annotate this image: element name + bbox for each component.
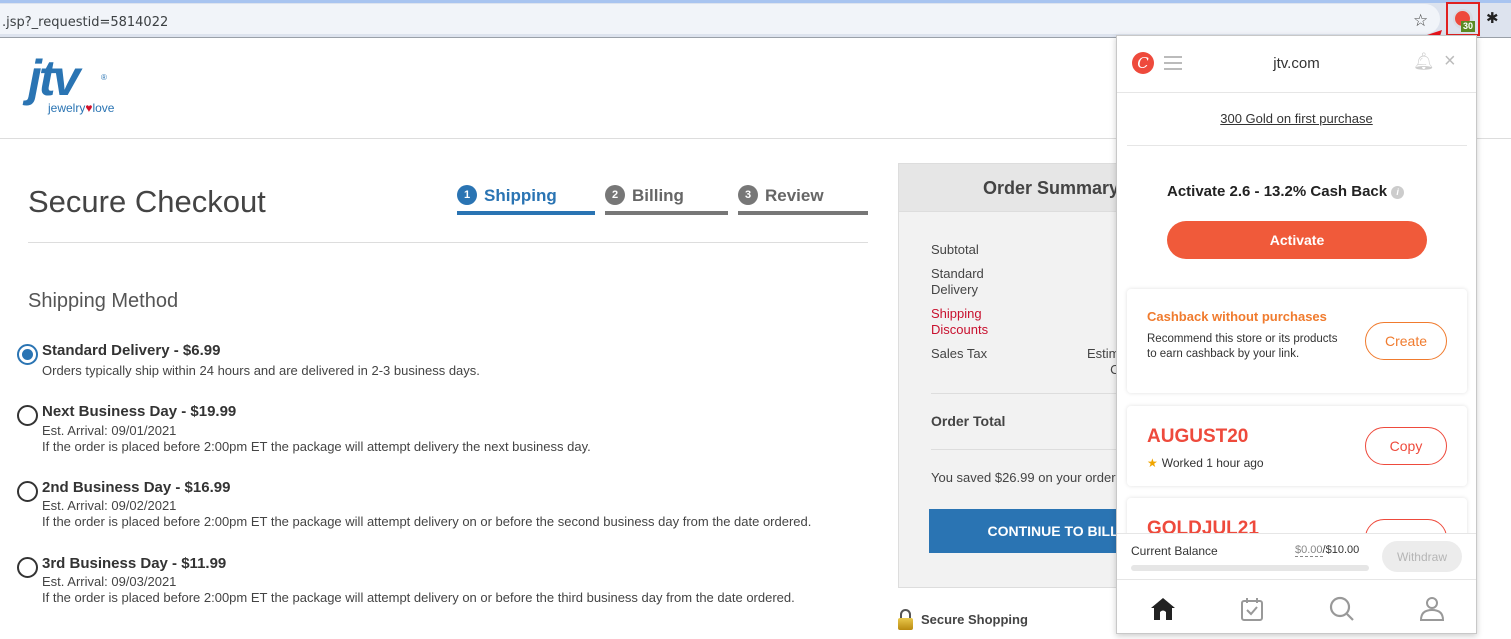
order-summary-title: Order Summary xyxy=(983,178,1120,198)
sales-tax-label: Sales Tax xyxy=(931,346,988,361)
coupon-code: AUGUST20 xyxy=(1147,426,1249,447)
step-underline xyxy=(738,211,868,215)
secure-shopping-label: Secure Shopping xyxy=(921,612,1028,627)
shipping-discounts-label: Shipping Discounts xyxy=(931,306,989,337)
divider xyxy=(931,449,1131,450)
balance-current: $0.00 xyxy=(1295,544,1323,557)
balance-target: /$10.00 xyxy=(1322,544,1360,556)
option-arrival: Est. Arrival: 09/01/2021 xyxy=(42,423,177,438)
coupon-status: ★ Worked 1 hour ago xyxy=(1147,456,1264,470)
info-icon[interactable]: i xyxy=(1391,186,1405,199)
sales-tax-value: Estim C xyxy=(1087,346,1120,377)
tagline-right: love xyxy=(92,101,115,115)
balance-label: Current Balance xyxy=(1131,544,1218,558)
step-label: Shipping xyxy=(484,186,557,205)
profile-icon[interactable] xyxy=(1418,595,1446,623)
cashback-without-purchases-card: Cashback without purchases Recommend thi… xyxy=(1127,289,1467,393)
lock-icon xyxy=(898,609,913,630)
divider xyxy=(931,393,1131,394)
radio-button[interactable] xyxy=(17,481,38,502)
withdraw-button[interactable]: Withdraw xyxy=(1382,541,1462,572)
step-number: 1 xyxy=(457,185,477,205)
option-description: If the order is placed before 2:00pm ET … xyxy=(42,514,812,529)
option-description: If the order is placed before 2:00pm ET … xyxy=(42,439,591,454)
option-name: 2nd Business Day - $16.99 xyxy=(42,479,231,496)
url-text[interactable]: .jsp?_requestid=5814022 xyxy=(2,15,168,30)
step-label: Billing xyxy=(632,186,684,205)
browser-toolbar: .jsp?_requestid=5814022 ☆ 30 ✱ xyxy=(0,0,1511,38)
option-name: Next Business Day - $19.99 xyxy=(42,403,237,420)
option-description: Orders typically ship within 24 hours an… xyxy=(42,363,480,378)
tagline-left: jewelry xyxy=(48,101,86,115)
create-link-button[interactable]: Create xyxy=(1365,322,1447,360)
address-bar[interactable]: .jsp?_requestid=5814022 ☆ xyxy=(0,4,1440,34)
divider xyxy=(28,242,868,243)
tab-strip-edge xyxy=(0,0,1511,3)
order-total-label: Order Total xyxy=(931,413,1006,429)
extension-badge: 30 xyxy=(1461,21,1476,32)
radio-button[interactable] xyxy=(17,405,38,426)
order-summary-header: Order Summary xyxy=(899,164,1127,212)
logo-tagline: jewelry♥love xyxy=(48,101,114,115)
divider xyxy=(1117,92,1476,93)
order-summary: Order Summary Subtotal Standard Delivery … xyxy=(898,163,1159,588)
star-icon: ★ xyxy=(1147,456,1158,470)
cashback-rate-text: Activate 2.6 - 13.2% Cash Back xyxy=(1167,183,1388,200)
notification-bell-icon[interactable]: 🔔︎ xyxy=(1413,52,1435,72)
home-icon[interactable] xyxy=(1149,595,1177,623)
standard-delivery-label: Standard Delivery xyxy=(931,266,984,297)
jtv-logo[interactable]: jtv ® jewelry♥love xyxy=(28,53,114,115)
gold-offer-link[interactable]: 300 Gold on first purchase xyxy=(1117,111,1476,126)
step-underline xyxy=(457,211,595,215)
close-icon[interactable]: × xyxy=(1444,50,1456,73)
cashback-rate-heading: Activate 2.6 - 13.2% Cash Back i xyxy=(1167,183,1405,200)
radio-button[interactable] xyxy=(17,557,38,578)
option-description: If the order is placed before 2:00pm ET … xyxy=(42,590,795,605)
card-description: Recommend this store or its products to … xyxy=(1147,333,1338,360)
radio-button[interactable] xyxy=(17,344,38,365)
savings-message: You saved $26.99 on your order t xyxy=(931,470,1123,485)
option-arrival: Est. Arrival: 09/02/2021 xyxy=(42,498,177,513)
option-name: Standard Delivery - $6.99 xyxy=(42,342,221,359)
subtotal-label: Subtotal xyxy=(931,242,979,257)
coupon-card: AUGUST20 ★ Worked 1 hour ago Copy xyxy=(1127,406,1467,486)
shipping-method-heading: Shipping Method xyxy=(28,290,179,312)
copy-coupon-button[interactable]: Copy xyxy=(1365,427,1447,465)
option-arrival: Est. Arrival: 09/03/2021 xyxy=(42,574,177,589)
search-icon[interactable] xyxy=(1328,595,1356,623)
option-name: 3rd Business Day - $11.99 xyxy=(42,555,227,572)
coupon-worked-text: Worked 1 hour ago xyxy=(1161,456,1264,470)
step-number: 2 xyxy=(605,185,625,205)
balance-progress xyxy=(1131,565,1369,571)
balance-value: $0.00/$10.00 xyxy=(1295,544,1360,557)
step-number: 3 xyxy=(738,185,758,205)
cashback-extension-popup: C jtv.com 🔔︎ × 300 Gold on first purchas… xyxy=(1116,35,1477,634)
step-label: Review xyxy=(765,186,824,205)
cashback-extension-button[interactable]: 30 xyxy=(1446,2,1480,36)
calendar-check-icon[interactable] xyxy=(1238,595,1266,623)
page-title: Secure Checkout xyxy=(28,184,266,219)
popup-bottom-nav xyxy=(1117,579,1476,633)
extensions-puzzle-icon[interactable]: ✱ xyxy=(1486,9,1499,27)
activate-button[interactable]: Activate xyxy=(1167,221,1427,259)
registered-mark: ® xyxy=(101,73,107,82)
step-underline xyxy=(605,211,728,215)
divider xyxy=(1127,145,1467,146)
card-title: Cashback without purchases xyxy=(1147,309,1327,324)
balance-bar: Current Balance $0.00/$10.00 Withdraw xyxy=(1117,533,1476,579)
